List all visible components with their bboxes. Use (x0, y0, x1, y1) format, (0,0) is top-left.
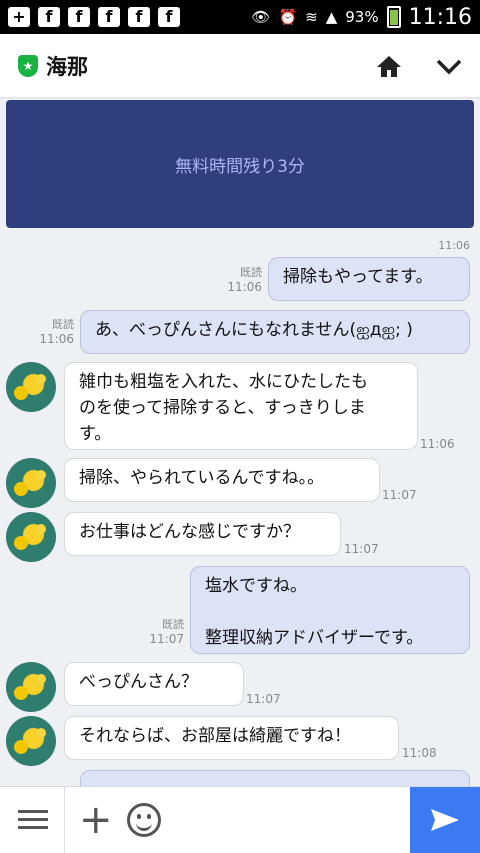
send-icon (431, 809, 459, 831)
avatar[interactable] (6, 512, 56, 562)
message-time: 11:08 (402, 746, 437, 760)
message-text: 掃除もやってます。 (283, 267, 433, 287)
facebook-icon: f (38, 7, 60, 27)
free-time-banner: 無料時間残り3分 (6, 100, 474, 228)
battery-icon (386, 6, 401, 28)
message-text-line: 塩水ですね。 (205, 576, 307, 596)
read-receipt: 既読 11:06 (32, 318, 74, 346)
chat-header: ★ 海那 (0, 34, 480, 98)
plus-box-icon: + (8, 7, 30, 27)
alarm-icon: ⏰ (278, 8, 298, 26)
message-text: 掃除、やられているんですね。。 (79, 468, 325, 488)
facebook-icon: f (128, 7, 150, 27)
message-bubble-outgoing[interactable]: 塩水ですね。 整理収納アドバイザーです。 (190, 566, 470, 654)
message-text-line: のを使って掃除すると、すっきりしま (79, 398, 366, 418)
message-bubble-incoming[interactable]: お仕事はどんな感じですか？ (64, 512, 341, 556)
message-time: 11:07 (344, 542, 379, 556)
read-label: 既読 (162, 618, 184, 631)
read-label: 既読 (240, 266, 262, 279)
avatar[interactable] (6, 458, 56, 508)
message-time: 11:07 (382, 488, 417, 502)
eye-icon: 👁 (251, 8, 271, 26)
message-time: 11:06 (438, 239, 470, 252)
message-text: べっぴんさん？ (79, 672, 198, 692)
free-time-text: 無料時間残り3分 (175, 156, 305, 177)
clock: 11:16 (408, 4, 472, 30)
avatar[interactable] (6, 362, 56, 412)
message-time: 11:07 (246, 692, 281, 706)
chat-input-bar: + (0, 786, 480, 853)
message-time: 11:06 (420, 437, 455, 451)
divider (64, 786, 65, 853)
message-time: 11:07 (149, 632, 184, 646)
message-text-line: す。 (79, 424, 112, 444)
message-bubble-incoming[interactable]: 掃除、やられているんですね。。 (64, 458, 380, 502)
notification-icons: + f f f f f (8, 7, 180, 27)
message-bubble-incoming[interactable]: べっぴんさん？ (64, 662, 244, 706)
avatar[interactable] (6, 662, 56, 712)
read-receipt: 既読 11:07 (148, 618, 184, 646)
message-text: お仕事はどんな感じですか？ (79, 522, 300, 542)
status-bar: + f f f f f 👁 ⏰ ≋ ▲ 93% 11:16 (0, 0, 480, 34)
facebook-icon: f (68, 7, 90, 27)
read-label: 既読 (52, 318, 74, 331)
message-bubble-outgoing[interactable]: あ、べっぴんさんにもなれません(ஐдஐ; ) (80, 310, 470, 354)
message-time: 11:06 (227, 280, 262, 294)
chevron-down-icon[interactable] (436, 54, 462, 78)
plus-icon[interactable]: + (79, 800, 113, 840)
message-bubble-incoming[interactable]: 雑巾も粗塩を入れた、水にひたしたも のを使って掃除すると、すっきりしま す。 (64, 362, 418, 450)
facebook-icon: f (98, 7, 120, 27)
menu-list-icon[interactable] (18, 808, 48, 832)
emoji-icon[interactable] (126, 803, 161, 837)
message-text: それならば、お部屋は綺麗ですね！ (79, 726, 351, 746)
wifi-icon: ≋ (305, 8, 318, 26)
verified-shield-icon: ★ (18, 54, 38, 77)
message-text-line: 雑巾も粗塩を入れた、水にひたしたも (79, 372, 368, 392)
avatar[interactable] (6, 716, 56, 766)
home-icon[interactable] (376, 54, 402, 78)
message-bubble-outgoing[interactable]: 掃除もやってます。 (268, 257, 470, 301)
send-button[interactable] (410, 786, 480, 853)
message-text-line (205, 599, 455, 625)
read-receipt: 既読 11:06 (220, 266, 262, 294)
signal-icon: ▲ (325, 8, 338, 26)
chat-title: 海那 (46, 54, 88, 79)
battery-percent: 93% (345, 8, 379, 26)
message-text: あ、べっぴんさんにもなれません(ஐдஐ; ) (95, 320, 413, 340)
message-time: 11:06 (39, 332, 74, 346)
message-bubble-incoming[interactable]: それならば、お部屋は綺麗ですね！ (64, 716, 399, 760)
message-text-line: 整理収納アドバイザーです。 (205, 628, 424, 648)
facebook-icon: f (158, 7, 180, 27)
